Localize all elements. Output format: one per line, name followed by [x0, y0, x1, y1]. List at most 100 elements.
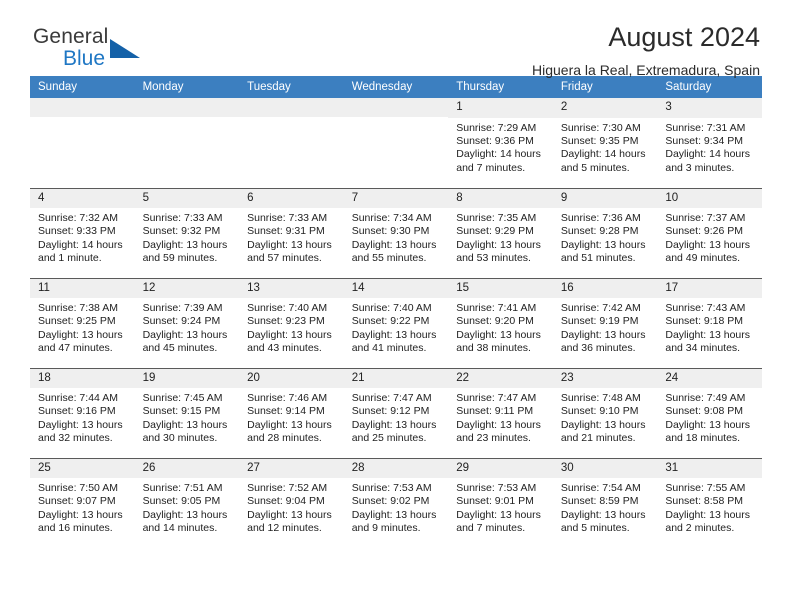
day-number: 7	[343, 188, 449, 209]
calendar-day-cell[interactable]: 9 Sunrise: 7:36 AM Sunset: 9:28 PM Daylight…	[552, 187, 658, 278]
day-sun-info: Sunrise: 7:36 AM Sunset: 9:28 PM Daylight:…	[553, 208, 658, 265]
sunset-text: Sunset: 9:35 PM	[560, 134, 639, 147]
calendar-day-cell[interactable]: 15 Sunrise: 7:41 AM Sunset: 9:20 PM Dayligh…	[448, 277, 553, 368]
calendar-day-cell[interactable]: 11 Sunrise: 7:38 AM Sunset: 9:25 PM Dayligh…	[30, 277, 135, 368]
day-sun-info: Sunrise: 7:54 AM Sunset: 8:59 PM Daylight:…	[553, 478, 658, 535]
day-number: 2	[552, 98, 658, 118]
daylight-text: Daylight: 13 hours and 16 minutes.	[38, 508, 123, 535]
sunrise-text: Sunrise: 7:46 AM	[247, 392, 328, 405]
weekday-header-friday: Friday	[552, 76, 658, 98]
sunset-text: Sunset: 9:18 PM	[665, 315, 744, 328]
calendar-header-row: Sunday Monday Tuesday Wednesday Thursday Frid…	[30, 76, 762, 98]
calendar-day-cell[interactable]: 18 Sunrise: 7:44 AM Sunset: 9:16 PM Dayligh…	[30, 367, 135, 458]
day-number: 15	[448, 278, 553, 299]
calendar-day-cell[interactable]: 30 Sunrise: 7:54 AM Sunset: 8:59 PM Dayligh…	[552, 457, 658, 548]
day-number: 6	[239, 188, 344, 209]
sunrise-text: Sunrise: 7:43 AM	[665, 302, 746, 315]
calendar-day-cell[interactable]: 22 Sunrise: 7:47 AM Sunset: 9:11 PM Dayligh…	[448, 367, 553, 458]
sunset-text: Sunset: 9:07 PM	[38, 495, 116, 508]
day-number: 11	[30, 278, 135, 299]
calendar-day-cell[interactable]: 13 Sunrise: 7:40 AM Sunset: 9:23 PM Dayligh…	[239, 277, 344, 368]
daylight-text: Daylight: 13 hours and 45 minutes.	[142, 328, 228, 355]
day-number: 26	[134, 458, 240, 479]
sunset-text: Sunset: 9:31 PM	[247, 225, 325, 238]
calendar-day-cell[interactable]: 20 Sunrise: 7:46 AM Sunset: 9:14 PM Dayligh…	[239, 367, 344, 458]
calendar-day-cell[interactable]: 28 Sunrise: 7:53 AM Sunset: 9:02 PM Dayligh…	[343, 457, 449, 548]
sunrise-text: Sunrise: 7:55 AM	[665, 482, 746, 495]
general-blue-logo[interactable]: General Blue	[33, 26, 263, 78]
sunset-text: Sunset: 9:36 PM	[456, 134, 534, 147]
day-number: 19	[134, 368, 240, 389]
day-sun-info: Sunrise: 7:47 AM Sunset: 9:11 PM Daylight:…	[448, 388, 553, 445]
sunrise-text: Sunrise: 7:49 AM	[665, 392, 746, 405]
daylight-text: Daylight: 13 hours and 14 minutes.	[142, 508, 228, 535]
calendar-day-cell[interactable]: 1 Sunrise: 7:29 AM Sunset: 9:36 PM Daylight…	[448, 98, 553, 188]
daylight-text: Daylight: 13 hours and 9 minutes.	[351, 508, 437, 535]
calendar-day-cell[interactable]: 7 Sunrise: 7:34 AM Sunset: 9:30 PM Daylight…	[343, 187, 449, 278]
daylight-text: Daylight: 13 hours and 55 minutes.	[351, 238, 437, 265]
calendar-day-cell[interactable]: 8 Sunrise: 7:35 AM Sunset: 9:29 PM Daylight…	[448, 187, 553, 278]
daylight-text: Daylight: 13 hours and 59 minutes.	[142, 238, 228, 265]
daylight-text: Daylight: 13 hours and 49 minutes.	[665, 238, 751, 265]
daylight-text: Daylight: 13 hours and 18 minutes.	[665, 418, 751, 445]
calendar-day-cell[interactable]: 21 Sunrise: 7:47 AM Sunset: 9:12 PM Dayligh…	[343, 367, 449, 458]
daylight-text: Daylight: 13 hours and 7 minutes.	[456, 508, 541, 535]
weekday-header-saturday: Saturday	[657, 76, 762, 98]
sunset-text: Sunset: 9:32 PM	[142, 225, 221, 238]
calendar-week-row: 18 Sunrise: 7:44 AM Sunset: 9:16 PM Dayligh…	[30, 367, 762, 458]
calendar-day-cell[interactable]: 3 Sunrise: 7:31 AM Sunset: 9:34 PM Daylight…	[657, 98, 762, 188]
sunrise-text: Sunrise: 7:47 AM	[351, 392, 432, 405]
calendar-day-cell[interactable]: 4 Sunrise: 7:32 AM Sunset: 9:33 PM Daylight…	[30, 187, 135, 278]
page-header: General Blue August 2024 Higuera la Real…	[30, 0, 762, 79]
calendar-page: General Blue August 2024 Higuera la Real…	[0, 0, 792, 612]
sunset-text: Sunset: 9:02 PM	[351, 495, 430, 508]
calendar-day-cell[interactable]: 14 Sunrise: 7:40 AM Sunset: 9:22 PM Dayligh…	[343, 277, 449, 368]
day-sun-info: Sunrise: 7:29 AM Sunset: 9:36 PM Daylight:…	[448, 118, 553, 175]
daylight-text: Daylight: 13 hours and 43 minutes.	[247, 328, 332, 355]
sunset-text: Sunset: 9:22 PM	[351, 315, 430, 328]
day-number: 9	[552, 188, 658, 209]
calendar-day-cell[interactable]: 26 Sunrise: 7:51 AM Sunset: 9:05 PM Dayligh…	[134, 457, 240, 548]
day-number: 16	[552, 278, 658, 299]
calendar-day-cell[interactable]: 5 Sunrise: 7:33 AM Sunset: 9:32 PM Daylight…	[134, 187, 240, 278]
day-number: 13	[239, 278, 344, 299]
sunset-text: Sunset: 9:11 PM	[456, 405, 534, 418]
calendar-week-row: 4 Sunrise: 7:32 AM Sunset: 9:33 PM Daylight…	[30, 187, 762, 278]
page-subtitle: Higuera la Real, Extremadura, Spain	[531, 62, 760, 79]
calendar-day-cell[interactable]: 19 Sunrise: 7:45 AM Sunset: 9:15 PM Dayligh…	[134, 367, 240, 458]
daylight-text: Daylight: 13 hours and 34 minutes.	[665, 328, 751, 355]
calendar-day-cell[interactable]: 23 Sunrise: 7:48 AM Sunset: 9:10 PM Dayligh…	[552, 367, 658, 458]
weekday-header-tuesday: Tuesday	[239, 76, 344, 98]
daylight-text: Daylight: 13 hours and 21 minutes.	[560, 418, 646, 445]
calendar-day-cell[interactable]: 6 Sunrise: 7:33 AM Sunset: 9:31 PM Daylight…	[239, 187, 344, 278]
calendar-cell-empty	[343, 98, 449, 188]
calendar-day-cell[interactable]: 31 Sunrise: 7:55 AM Sunset: 8:58 PM Dayligh…	[657, 457, 762, 548]
calendar-day-cell[interactable]: 24 Sunrise: 7:49 AM Sunset: 9:08 PM Dayligh…	[657, 367, 762, 458]
calendar-day-cell[interactable]: 12 Sunrise: 7:39 AM Sunset: 9:24 PM Dayligh…	[134, 277, 240, 368]
daylight-text: Daylight: 14 hours and 7 minutes.	[456, 148, 541, 174]
calendar-day-cell[interactable]: 29 Sunrise: 7:53 AM Sunset: 9:01 PM Dayligh…	[448, 457, 553, 548]
sunrise-text: Sunrise: 7:45 AM	[142, 392, 223, 405]
calendar-day-cell[interactable]: 10 Sunrise: 7:37 AM Sunset: 9:26 PM Dayligh…	[657, 187, 762, 278]
day-number: 1	[448, 98, 553, 118]
calendar-day-cell[interactable]: 2 Sunrise: 7:30 AM Sunset: 9:35 PM Daylight…	[552, 98, 658, 188]
day-number: 25	[30, 458, 135, 479]
sunrise-text: Sunrise: 7:50 AM	[38, 482, 118, 495]
calendar-day-cell[interactable]: 16 Sunrise: 7:42 AM Sunset: 9:19 PM Dayligh…	[552, 277, 658, 368]
day-sun-info: Sunrise: 7:47 AM Sunset: 9:12 PM Daylight:…	[344, 388, 449, 445]
calendar-day-cell[interactable]: 25 Sunrise: 7:50 AM Sunset: 9:07 PM Dayligh…	[30, 457, 135, 548]
sunset-text: Sunset: 9:10 PM	[560, 405, 639, 418]
daylight-text: Daylight: 13 hours and 25 minutes.	[351, 418, 437, 445]
day-sun-info: Sunrise: 7:53 AM Sunset: 9:01 PM Daylight:…	[448, 478, 553, 535]
sunrise-text: Sunrise: 7:29 AM	[456, 121, 537, 134]
sunset-text: Sunset: 9:25 PM	[38, 315, 116, 328]
weekday-header-monday: Monday	[134, 76, 240, 98]
day-sun-info: Sunrise: 7:53 AM Sunset: 9:02 PM Daylight:…	[344, 478, 449, 535]
day-number: 29	[448, 458, 553, 479]
day-sun-info: Sunrise: 7:48 AM Sunset: 9:10 PM Daylight:…	[553, 388, 658, 445]
daylight-text: Daylight: 14 hours and 3 minutes.	[665, 148, 751, 174]
sunrise-text: Sunrise: 7:33 AM	[142, 212, 223, 225]
calendar-day-cell[interactable]: 27 Sunrise: 7:52 AM Sunset: 9:04 PM Dayligh…	[239, 457, 344, 548]
sunrise-text: Sunrise: 7:53 AM	[456, 482, 537, 495]
calendar-day-cell[interactable]: 17 Sunrise: 7:43 AM Sunset: 9:18 PM Dayligh…	[657, 277, 762, 368]
